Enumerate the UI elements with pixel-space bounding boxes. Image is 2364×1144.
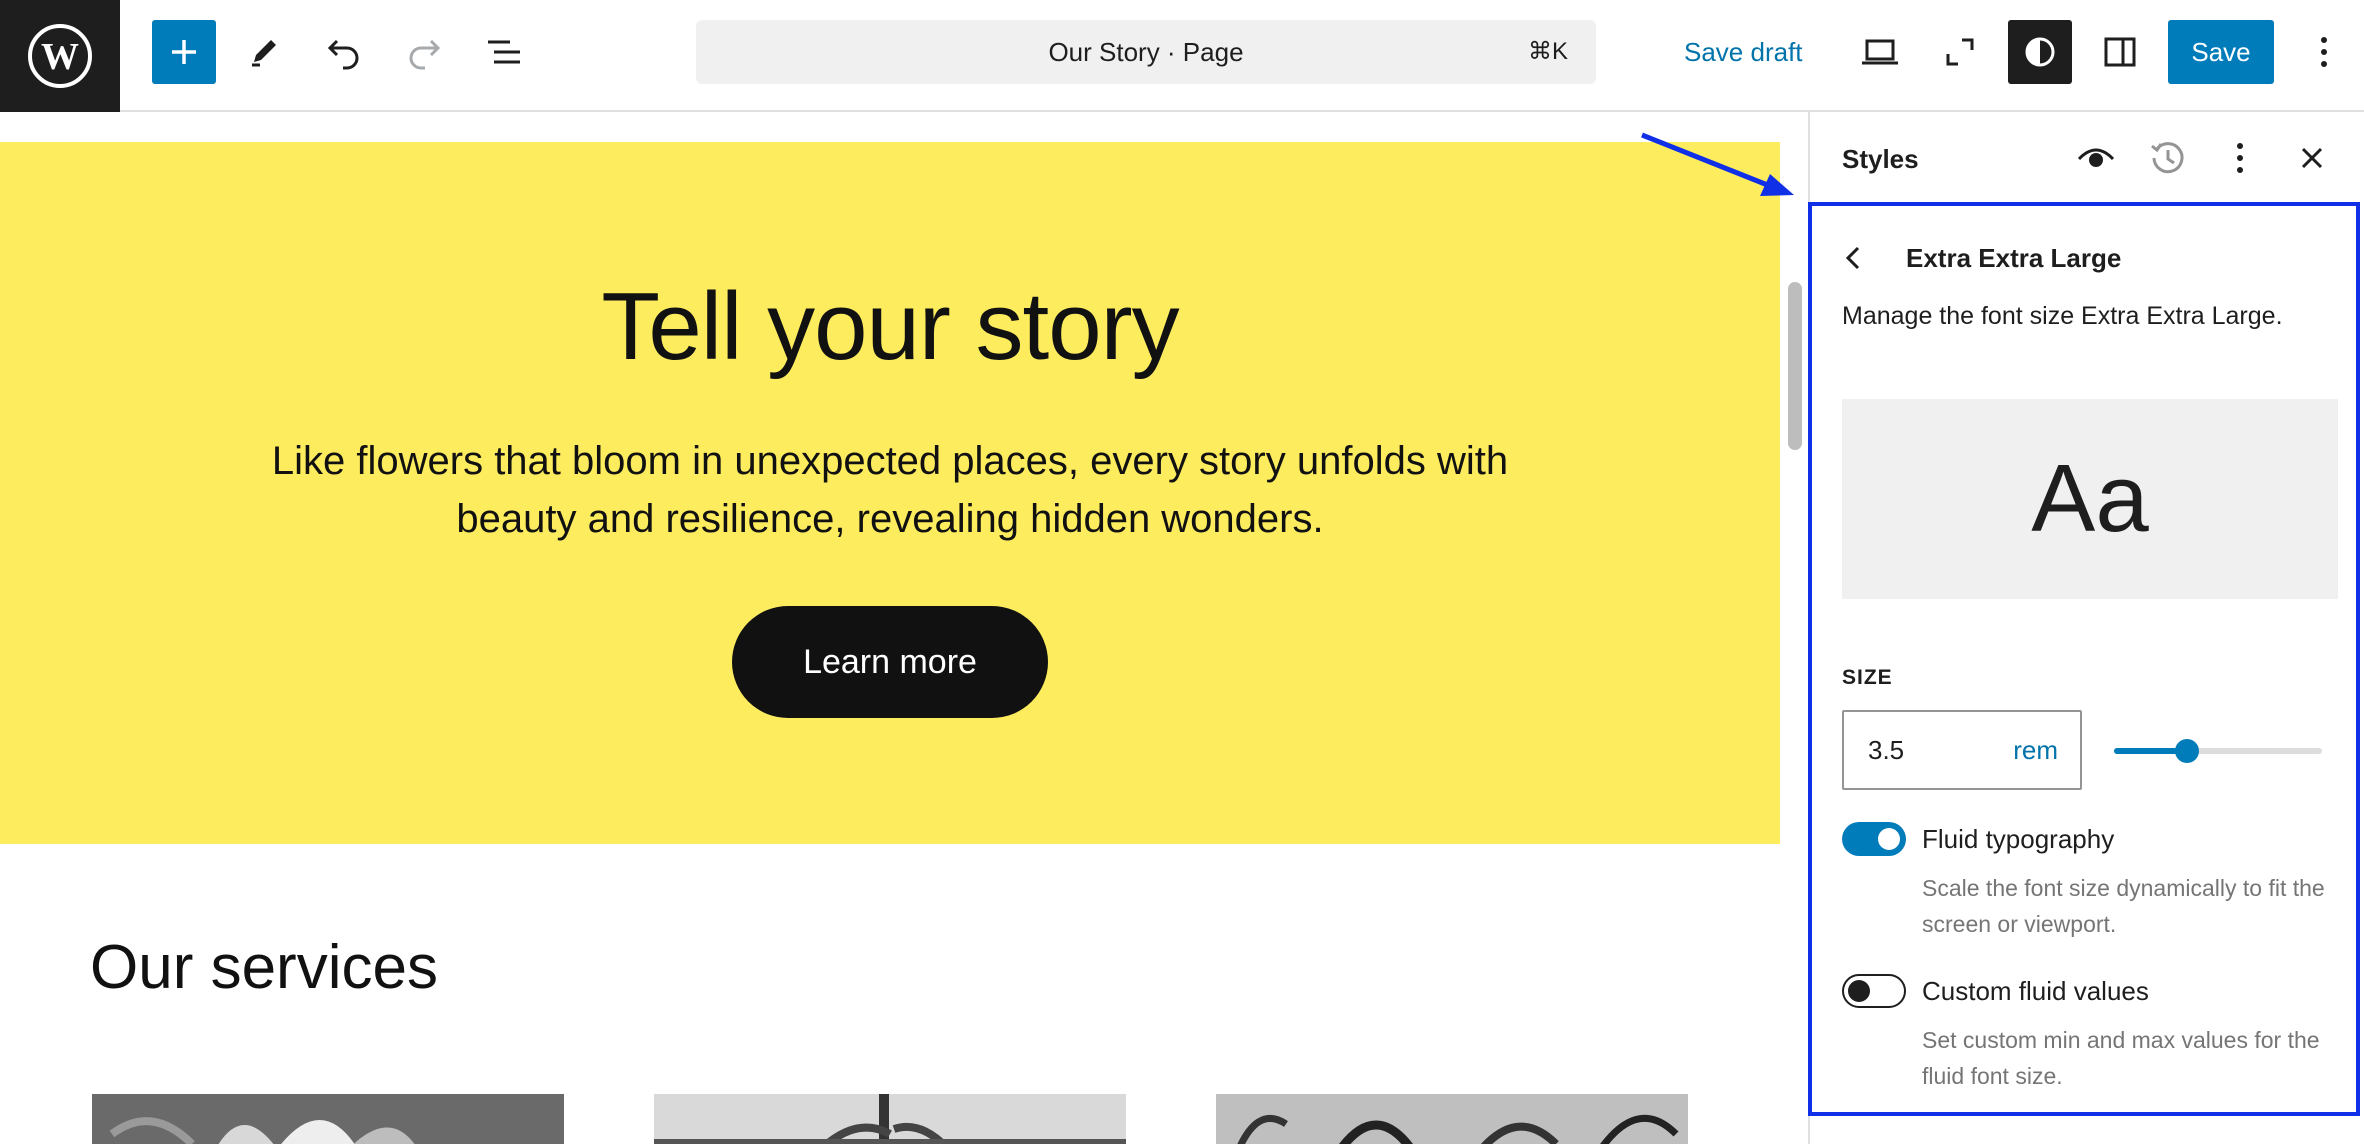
redo-button[interactable] bbox=[392, 20, 456, 84]
close-panel-button[interactable] bbox=[2288, 134, 2336, 182]
contrast-icon bbox=[2025, 37, 2055, 67]
panel-options-button[interactable] bbox=[2216, 134, 2264, 182]
flower-photo-1 bbox=[92, 1094, 564, 1144]
service-image-2[interactable] bbox=[654, 1094, 1126, 1144]
tools-button[interactable] bbox=[232, 20, 296, 84]
wordpress-logo-button[interactable]: W bbox=[0, 0, 120, 112]
services-heading[interactable]: Our services bbox=[90, 932, 438, 1003]
editor-canvas[interactable]: Tell your story Like flowers that bloom … bbox=[0, 112, 1780, 1144]
service-image-1[interactable] bbox=[92, 1094, 564, 1144]
pencil-icon bbox=[252, 40, 276, 67]
document-overview-button[interactable] bbox=[472, 20, 536, 84]
fullscreen-button[interactable] bbox=[1928, 20, 1992, 84]
save-button[interactable]: Save bbox=[2168, 20, 2274, 84]
scrollbar-thumb[interactable] bbox=[1788, 282, 1802, 450]
hero-paragraph[interactable]: Like flowers that bloom in unexpected pl… bbox=[240, 432, 1540, 548]
fullscreen-icon bbox=[1946, 38, 1974, 66]
options-button[interactable] bbox=[2292, 20, 2356, 84]
eye-icon bbox=[2077, 148, 2115, 167]
undo-icon bbox=[327, 39, 359, 70]
service-image-3[interactable] bbox=[1216, 1094, 1688, 1144]
highlight-box bbox=[1808, 202, 2360, 1116]
editor-header: W Our Story · Page ⌘K Save draft Save bbox=[0, 0, 2364, 112]
history-icon bbox=[2151, 142, 2184, 174]
sidebar-icon bbox=[2104, 37, 2136, 67]
more-vertical-icon bbox=[2237, 143, 2243, 173]
document-title: Our Story · Page bbox=[1048, 37, 1244, 67]
learn-more-button[interactable]: Learn more bbox=[732, 606, 1048, 718]
save-draft-button[interactable]: Save draft bbox=[1684, 20, 1803, 84]
hero-heading[interactable]: Tell your story bbox=[0, 272, 1780, 382]
plus-icon bbox=[172, 40, 196, 64]
svg-text:W: W bbox=[41, 36, 79, 78]
revisions-button[interactable] bbox=[2144, 134, 2192, 182]
panel-title: Styles bbox=[1842, 144, 1919, 174]
flower-photo-2 bbox=[654, 1094, 1126, 1144]
flower-photo-3 bbox=[1216, 1094, 1688, 1144]
wordpress-icon: W bbox=[28, 24, 92, 88]
hero-cover-block[interactable]: Tell your story Like flowers that bloom … bbox=[0, 142, 1780, 844]
close-icon bbox=[2301, 147, 2323, 169]
more-vertical-icon bbox=[2321, 37, 2327, 67]
settings-sidebar-button[interactable] bbox=[2088, 20, 2152, 84]
styles-toggle-button[interactable] bbox=[2008, 20, 2072, 84]
canvas-scrollbar[interactable] bbox=[1782, 112, 1810, 1144]
keyboard-shortcut: ⌘K bbox=[1527, 38, 1568, 65]
desktop-icon bbox=[1862, 39, 1898, 65]
preview-button[interactable] bbox=[1848, 20, 1912, 84]
list-view-icon bbox=[488, 40, 520, 64]
command-palette-bar[interactable]: Our Story · Page ⌘K bbox=[696, 20, 1596, 84]
add-block-button[interactable] bbox=[152, 20, 216, 84]
redo-icon bbox=[409, 39, 441, 70]
styles-panel: Styles Extra Extra Large Manage the font… bbox=[1808, 112, 2364, 1144]
style-book-button[interactable] bbox=[2072, 134, 2120, 182]
undo-button[interactable] bbox=[312, 20, 376, 84]
